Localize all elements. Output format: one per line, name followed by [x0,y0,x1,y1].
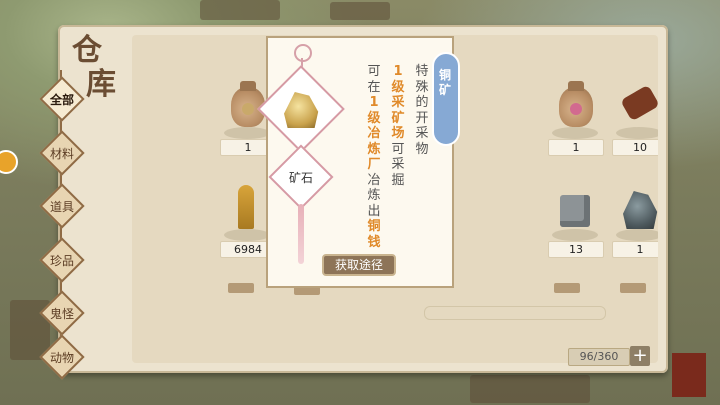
item-category-label: 矿石 [288,171,313,185]
item-description-line: 可在1级冶炼厂冶炼出铜钱 [367,64,381,250]
tab-label: 全部 [49,93,74,107]
tab-label: 珍品 [49,254,74,268]
capacity-counter: 96/360 [568,348,630,366]
tab-label: 鬼怪 [49,307,74,321]
scrollbar[interactable] [424,306,606,320]
tab-materials[interactable]: 材料 [38,130,86,176]
item-quantity: 1 [612,241,658,258]
item-name-tab: 铜矿 [432,52,460,146]
title-char: 仓 [72,33,102,68]
crate-icon [554,283,580,293]
item-quantity: 13 [548,241,604,258]
tab-monsters[interactable]: 鬼怪 [38,290,86,336]
item-detail-popup: 矿石 特殊的开采物 1级采矿场可采掘 可在1级冶炼厂冶炼出铜钱 [257,36,454,288]
tassel-icon [298,204,304,264]
tab-label: 道具 [49,200,74,214]
item-description-line: 1级采矿场可采掘 [391,64,405,188]
tab-props[interactable]: 道具 [38,183,86,229]
item-name: 铜矿 [439,68,452,97]
tab-all[interactable]: 全部 [38,76,86,122]
wheat-icon [238,185,254,229]
knot-icon [294,44,312,62]
acquire-method-button[interactable]: 获取途径 [322,254,396,276]
item-slot[interactable]: 13 [544,183,606,263]
crate-icon [620,283,646,293]
log-icon [620,84,658,122]
dark-ore-icon [623,191,658,229]
item-slot[interactable]: 1 [608,183,658,263]
tab-treasures[interactable]: 珍品 [38,237,86,283]
pouch-icon [559,81,593,127]
seal-stamp [672,353,706,397]
crate-icon [228,283,254,293]
title-char: 库 [86,67,116,102]
tab-animals[interactable]: 动物 [38,334,86,380]
expand-capacity-button[interactable]: + [630,346,650,366]
tab-label: 动物 [49,351,74,365]
item-quantity: 10 [612,139,658,156]
item-description-line: 特殊的开采物 [415,64,429,157]
item-slot[interactable]: 10 [608,81,658,161]
item-slot[interactable]: 1 [544,81,606,161]
tab-label: 材料 [49,147,74,161]
stone-block-icon [560,195,590,227]
item-quantity: 1 [548,139,604,156]
